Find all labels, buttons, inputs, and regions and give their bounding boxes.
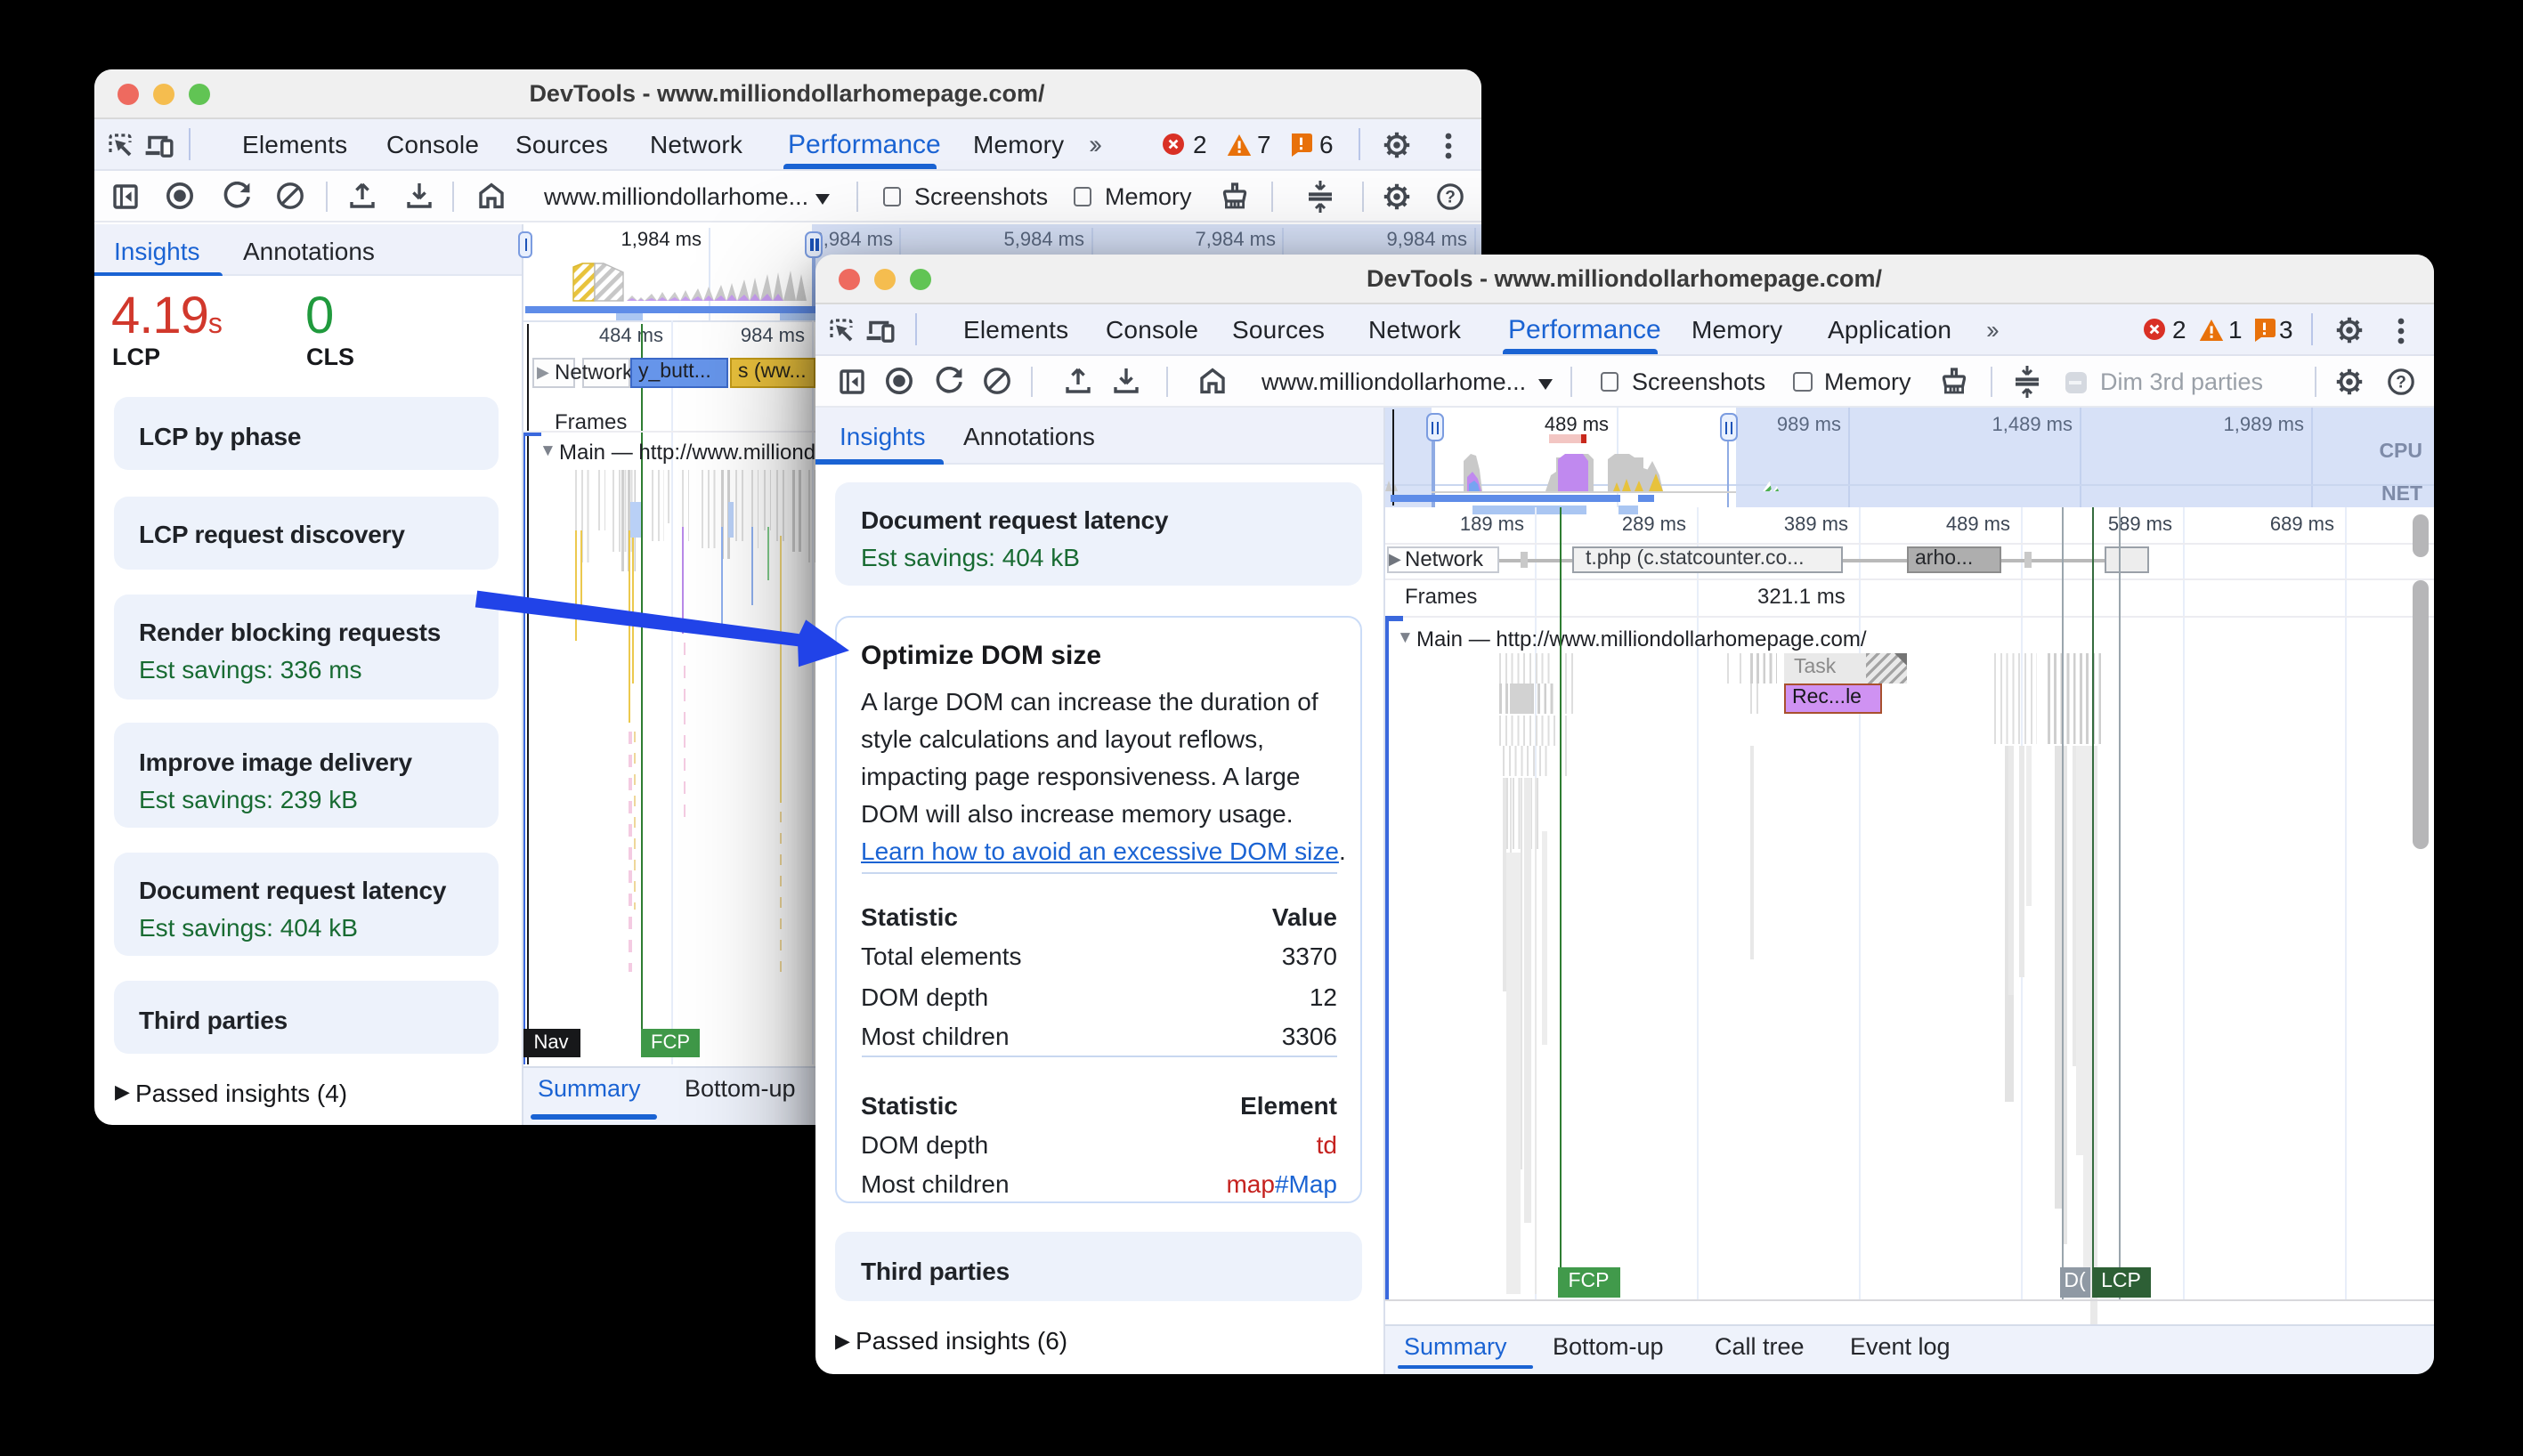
svg-text:?: ? <box>1445 188 1456 206</box>
svg-text:?: ? <box>2396 373 2406 392</box>
